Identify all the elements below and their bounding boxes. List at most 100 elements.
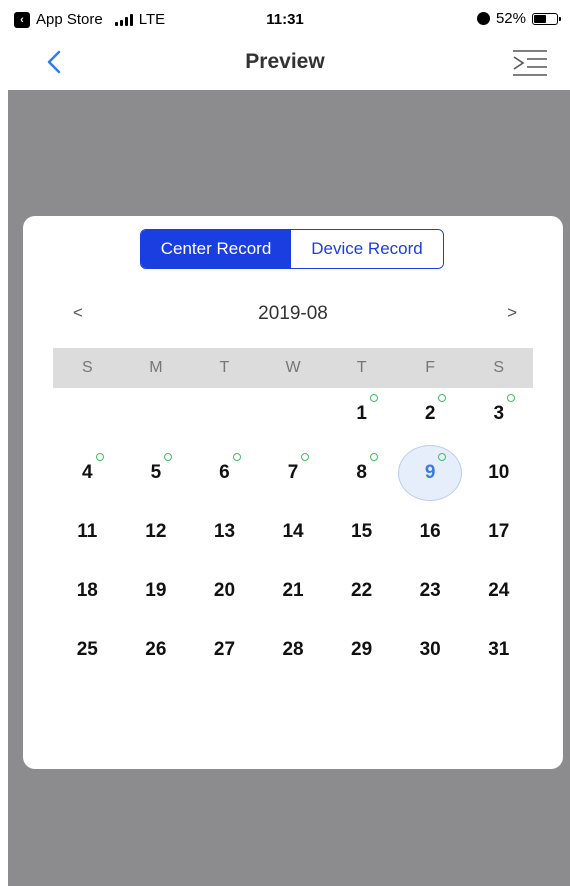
day-number: 5 xyxy=(150,461,162,483)
tab-center-record[interactable]: Center Record xyxy=(141,230,291,268)
day-number: 27 xyxy=(213,638,236,660)
week-row: 18 19 20 21 22 23 24 xyxy=(53,561,533,620)
month-header: < 2019-08 > xyxy=(53,300,533,330)
day-cell[interactable]: 15 xyxy=(327,502,396,561)
day-cell[interactable]: 27 xyxy=(190,620,259,679)
list-menu-icon[interactable] xyxy=(512,48,548,78)
day-number: 14 xyxy=(282,520,304,542)
day-cell[interactable]: 2 xyxy=(396,384,465,443)
day-number: 2 xyxy=(424,402,436,424)
day-number: 15 xyxy=(351,520,373,542)
calendar-modal: Center Record Device Record < 2019-08 > … xyxy=(23,216,563,769)
empty-day-cell xyxy=(53,384,122,443)
empty-day-cell xyxy=(259,384,328,443)
day-cell[interactable]: 16 xyxy=(396,502,465,561)
record-available-icon xyxy=(369,453,378,461)
day-cell[interactable]: 30 xyxy=(396,620,465,679)
day-number: 16 xyxy=(419,520,441,542)
next-month-button[interactable]: > xyxy=(507,303,517,323)
day-number: 18 xyxy=(76,579,98,601)
day-number: 22 xyxy=(351,579,373,601)
day-cell[interactable]: 29 xyxy=(327,620,396,679)
day-cell[interactable]: 21 xyxy=(259,561,328,620)
day-cell[interactable]: 12 xyxy=(122,502,191,561)
record-available-icon xyxy=(369,394,378,402)
day-number: 12 xyxy=(145,520,167,542)
day-number: 26 xyxy=(145,638,167,660)
weekday-label: S xyxy=(493,359,505,376)
day-number: 3 xyxy=(493,402,505,424)
record-available-icon xyxy=(438,394,447,402)
day-number: 28 xyxy=(282,638,304,660)
day-cell[interactable]: 7 xyxy=(259,443,328,502)
weekday-label: S xyxy=(81,359,93,376)
day-grid: 1 2 3 4 5 6 7 8 9 10 11 12 13 14 15 16 17 18 19 20 21 22 23 24 2… xyxy=(53,384,533,679)
week-row: 11 12 13 14 15 16 17 xyxy=(53,502,533,561)
day-number: 1 xyxy=(356,402,367,424)
day-number: 31 xyxy=(488,638,510,660)
day-number: 4 xyxy=(82,461,93,483)
day-number: 7 xyxy=(287,461,299,483)
day-number: 9 xyxy=(424,461,436,483)
day-cell[interactable]: 8 xyxy=(327,443,396,502)
day-number: 21 xyxy=(282,579,304,601)
day-number: 24 xyxy=(488,579,510,601)
empty-day-cell xyxy=(190,384,259,443)
empty-day-cell xyxy=(122,384,191,443)
status-bar: ‹ App Store LTE 11:31 52% xyxy=(0,0,570,40)
day-number: 20 xyxy=(213,579,236,601)
day-number: 8 xyxy=(356,461,367,483)
day-cell[interactable]: 19 xyxy=(122,561,191,620)
battery-icon xyxy=(532,12,561,25)
day-cell[interactable]: 1 xyxy=(327,384,396,443)
day-cell[interactable]: 26 xyxy=(122,620,191,679)
day-number: 17 xyxy=(488,520,510,542)
day-number: 11 xyxy=(77,520,98,542)
tab-device-record[interactable]: Device Record xyxy=(291,230,443,268)
day-cell[interactable]: 24 xyxy=(464,561,533,620)
record-available-icon xyxy=(164,453,173,461)
day-cell[interactable]: 4 xyxy=(53,443,122,502)
day-cell[interactable]: 31 xyxy=(464,620,533,679)
day-cell[interactable]: 10 xyxy=(464,443,533,502)
weekday-header: S M T W T F S xyxy=(53,348,533,388)
day-number: 25 xyxy=(76,638,98,660)
day-cell[interactable]: 6 xyxy=(190,443,259,502)
day-number: 13 xyxy=(213,520,236,542)
page-title: Preview xyxy=(245,50,325,73)
day-cell[interactable]: 5 xyxy=(122,443,191,502)
day-cell[interactable]: 9 xyxy=(396,443,465,502)
nav-bar: Preview xyxy=(0,40,570,90)
day-number: 10 xyxy=(488,461,510,483)
day-cell[interactable]: 3 xyxy=(464,384,533,443)
day-cell[interactable]: 25 xyxy=(53,620,122,679)
day-cell[interactable]: 13 xyxy=(190,502,259,561)
status-right: 52% xyxy=(476,10,561,27)
day-cell[interactable]: 17 xyxy=(464,502,533,561)
month-label: 2019-08 xyxy=(258,303,328,324)
weekday-label: T xyxy=(219,359,230,376)
day-cell[interactable]: 11 xyxy=(53,502,122,561)
day-number: 23 xyxy=(419,579,441,601)
day-number: 29 xyxy=(351,638,373,660)
day-cell[interactable]: 20 xyxy=(190,561,259,620)
week-row: 4 5 6 7 8 9 10 xyxy=(53,443,533,502)
weekday-label: T xyxy=(356,359,367,376)
record-available-icon xyxy=(95,453,104,461)
record-available-icon xyxy=(301,453,310,461)
weekday-label: W xyxy=(285,359,301,376)
weekday-label: M xyxy=(149,359,163,376)
day-cell[interactable]: 22 xyxy=(327,561,396,620)
day-cell[interactable]: 28 xyxy=(259,620,328,679)
record-available-icon xyxy=(507,394,516,402)
day-cell[interactable]: 23 xyxy=(396,561,465,620)
battery-percent: 52% xyxy=(495,10,526,27)
day-number: 19 xyxy=(145,579,167,601)
week-row: 1 2 3 xyxy=(53,384,533,443)
day-cell[interactable]: 14 xyxy=(259,502,328,561)
record-available-icon xyxy=(232,453,241,461)
day-cell[interactable]: 18 xyxy=(53,561,122,620)
weekday-label: F xyxy=(425,359,436,376)
alarm-icon xyxy=(476,12,490,25)
day-number: 6 xyxy=(219,461,230,483)
